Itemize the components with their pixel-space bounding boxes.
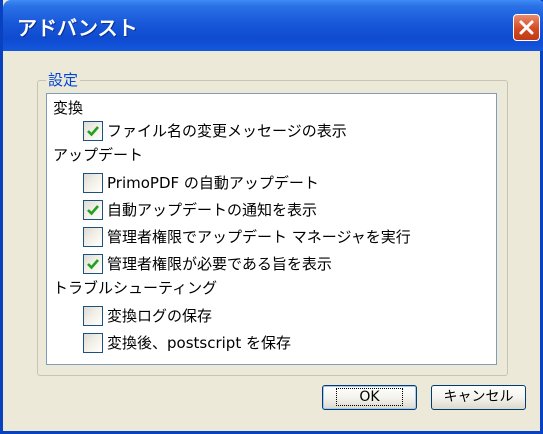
option-show-admin-required[interactable]: 管理者権限が必要である旨を表示 [83,252,332,275]
option-auto-update[interactable]: PrimoPDF の自動アップデート [83,171,319,194]
option-save-conversion-log[interactable]: 変換ログの保存 [83,304,212,327]
settings-list[interactable]: 変換 ファイル名の変更メッセージの表示 アップデート PrimoPDF の自動ア… [46,93,497,365]
option-label: 管理者権限でアップデート マネージャを実行 [107,228,411,246]
settings-group-label: 設定 [46,69,81,90]
checkbox[interactable] [83,172,103,193]
option-save-postscript[interactable]: 変換後、postscript を保存 [83,331,291,354]
section-label: トラブルシューティング [53,279,218,297]
section-label: 変換 [53,99,84,117]
cancel-button-label: キャンセル [443,389,514,405]
check-icon [87,125,99,136]
section-header-conversion: 変換 [53,96,83,119]
checkbox[interactable] [83,226,103,247]
option-label: 自動アップデートの通知を表示 [107,201,318,219]
checkbox[interactable] [83,120,103,141]
ok-button[interactable]: OK [322,385,417,410]
close-icon [519,20,534,35]
check-icon [87,258,99,269]
option-label: 変換ログの保存 [107,307,213,325]
window-title: アドバンスト [17,16,138,40]
checkbox[interactable] [83,253,103,274]
option-rename-message[interactable]: ファイル名の変更メッセージの表示 [83,119,347,142]
option-label: 管理者権限が必要である旨を表示 [107,255,332,273]
close-button[interactable] [513,14,540,41]
checkbox[interactable] [83,199,103,220]
cancel-button[interactable]: キャンセル [431,385,526,410]
option-label: PrimoPDF の自動アップデート [107,174,319,192]
checkbox[interactable] [83,332,103,353]
option-run-update-manager-admin[interactable]: 管理者権限でアップデート マネージャを実行 [83,225,411,248]
section-header-update: アップデート [53,143,143,166]
section-header-troubleshooting: トラブルシューティング [53,276,217,299]
check-icon [87,204,99,215]
option-update-notification[interactable]: 自動アップデートの通知を表示 [83,198,317,221]
ok-button-label: OK [336,388,403,406]
section-label: アップデート [53,146,144,164]
option-label: ファイル名の変更メッセージの表示 [107,122,347,140]
option-label: 変換後、postscript を保存 [107,334,291,352]
checkbox[interactable] [83,305,103,326]
advanced-dialog: アドバンスト 設定 変換 ファイル名の変更メッセージの表示 アップデート Pri… [0,0,543,434]
title-bar[interactable]: アドバンスト [3,0,543,51]
